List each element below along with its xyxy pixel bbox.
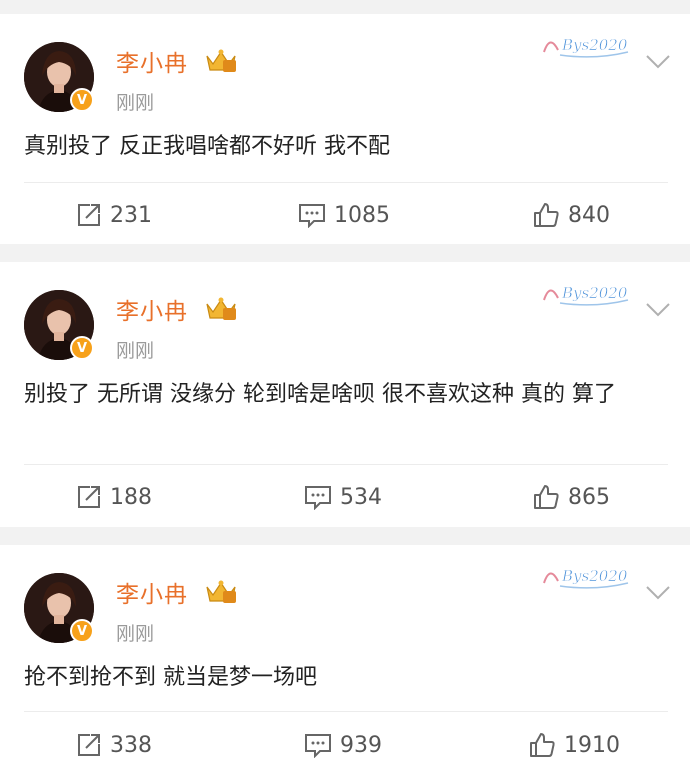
divider [24, 464, 668, 465]
post-time: 刚刚 [116, 340, 155, 362]
repost-count: 231 [110, 202, 152, 228]
divider [24, 182, 668, 183]
post-card: V 李小冉 刚刚 Bys2020 抢不到抢不到 就当是梦一场吧 338 939 … [0, 545, 690, 780]
comment-button[interactable]: 1085 [298, 200, 390, 230]
repost-count: 188 [110, 484, 152, 510]
comment-count: 1085 [334, 202, 390, 228]
comment-button[interactable]: 534 [304, 482, 382, 512]
like-count: 840 [568, 202, 610, 228]
comment-button[interactable]: 939 [304, 730, 382, 760]
comment-icon [299, 204, 325, 228]
like-count: 865 [568, 484, 610, 510]
verified-badge-icon: V [70, 88, 94, 112]
repost-icon [78, 204, 100, 226]
username[interactable]: 李小冉 [116, 575, 188, 609]
repost-count: 338 [110, 732, 152, 758]
post-text: 抢不到抢不到 就当是梦一场吧 [24, 665, 317, 690]
like-count: 1910 [564, 732, 620, 758]
repost-button[interactable]: 231 [76, 200, 152, 230]
comment-count: 534 [340, 484, 382, 510]
repost-icon [78, 734, 100, 756]
comment-icon [305, 486, 331, 510]
post-time: 刚刚 [116, 92, 155, 114]
repost-button[interactable]: 338 [76, 730, 152, 760]
chevron-down-icon[interactable] [645, 585, 671, 601]
like-button[interactable]: 865 [532, 482, 610, 512]
fan-badge-icon: Bys2020 [543, 284, 629, 306]
fan-badge-icon: Bys2020 [543, 36, 629, 58]
verified-badge-icon: V [70, 336, 94, 360]
crown-icon [206, 297, 236, 320]
post-card: V 李小冉 刚刚 Bys2020 别投了 无所谓 没缘分 轮到啥是啥呗 很不喜欢… [0, 262, 690, 527]
post-time: 刚刚 [116, 623, 155, 645]
fan-badge-icon: Bys2020 [543, 567, 629, 589]
fan-badge-text: Bys2020 [561, 36, 628, 54]
username[interactable]: 李小冉 [116, 44, 188, 78]
like-icon [534, 485, 559, 509]
fan-badge-text: Bys2020 [561, 567, 628, 585]
repost-icon [78, 486, 100, 508]
divider [24, 711, 668, 712]
verified-badge-icon: V [70, 619, 94, 643]
crown-icon [206, 49, 236, 72]
post-text: 别投了 无所谓 没缘分 轮到啥是啥呗 很不喜欢这种 真的 算了 [24, 382, 616, 407]
like-icon [534, 203, 559, 227]
post-card: V 李小冉 刚刚 Bys2020 真别投了 反正我唱啥都不好听 我不配 231 [0, 14, 690, 244]
comment-icon [305, 734, 331, 758]
like-button[interactable]: 1910 [528, 730, 620, 760]
comment-count: 939 [340, 732, 382, 758]
like-icon [530, 733, 555, 757]
repost-button[interactable]: 188 [76, 482, 152, 512]
fan-badge-text: Bys2020 [561, 284, 628, 302]
like-button[interactable]: 840 [532, 200, 610, 230]
username[interactable]: 李小冉 [116, 292, 188, 326]
chevron-down-icon[interactable] [645, 302, 671, 318]
crown-icon [206, 580, 236, 603]
chevron-down-icon[interactable] [645, 54, 671, 70]
post-text: 真别投了 反正我唱啥都不好听 我不配 [24, 134, 390, 159]
